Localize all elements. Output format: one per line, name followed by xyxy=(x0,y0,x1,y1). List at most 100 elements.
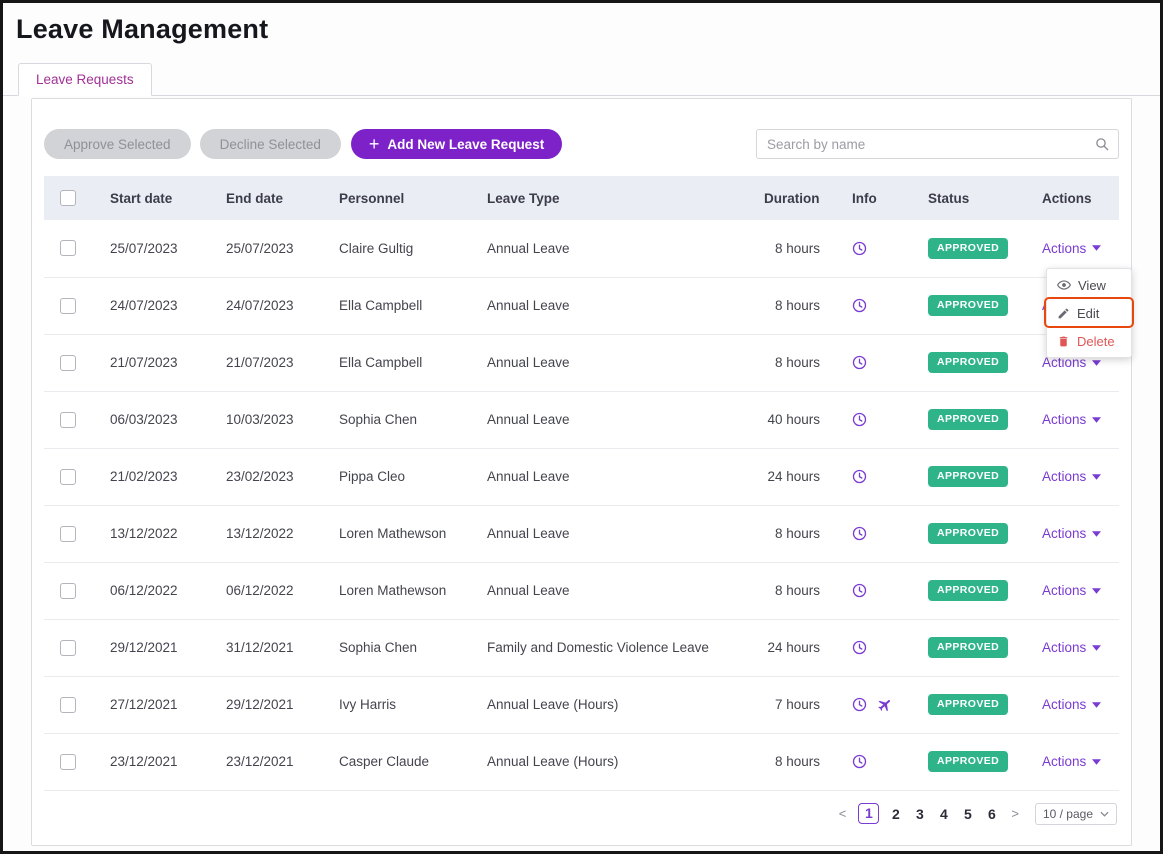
row-checkbox[interactable] xyxy=(60,525,76,542)
row-checkbox[interactable] xyxy=(60,696,76,713)
row-actions-label: Actions xyxy=(1042,697,1087,712)
content-card: Approve Selected Decline Selected + Add … xyxy=(31,98,1134,846)
clock-info-icon[interactable] xyxy=(852,697,867,712)
chevron-down-icon xyxy=(1100,811,1109,817)
row-checkbox[interactable] xyxy=(60,411,76,428)
chevron-down-icon xyxy=(1092,644,1102,651)
add-leave-request-button[interactable]: + Add New Leave Request xyxy=(350,129,563,159)
personnel-cell: Ella Campbell xyxy=(323,277,471,335)
status-badge: APPROVED xyxy=(928,694,1009,715)
row-actions-button[interactable]: Actions xyxy=(1042,640,1102,655)
table-row: 06/03/2023 10/03/2023 Sophia Chen Annual… xyxy=(44,391,1119,449)
row-checkbox[interactable] xyxy=(60,240,76,257)
approve-selected-button[interactable]: Approve Selected xyxy=(44,129,191,159)
end-date-cell: 06/12/2022 xyxy=(210,562,323,620)
row-checkbox[interactable] xyxy=(60,468,76,485)
duration-cell: 8 hours xyxy=(748,733,836,791)
pagination-page-1[interactable]: 1 xyxy=(858,803,880,824)
col-header-duration: Duration xyxy=(748,176,836,220)
leave-type-cell: Annual Leave xyxy=(471,448,748,506)
row-actions-button[interactable]: Actions xyxy=(1042,412,1102,427)
row-actions-label: Actions xyxy=(1042,583,1087,598)
start-date-cell: 21/02/2023 xyxy=(94,448,210,506)
row-checkbox[interactable] xyxy=(60,582,76,599)
end-date-cell: 23/12/2021 xyxy=(210,733,323,791)
trash-icon xyxy=(1057,335,1070,348)
clock-info-icon[interactable] xyxy=(852,469,867,484)
start-date-cell: 21/07/2023 xyxy=(94,334,210,392)
row-actions-button[interactable]: Actions xyxy=(1042,241,1102,256)
chevron-down-icon xyxy=(1092,701,1102,708)
start-date-cell: 24/07/2023 xyxy=(94,277,210,335)
clock-info-icon[interactable] xyxy=(852,754,867,769)
select-all-checkbox[interactable] xyxy=(60,190,76,207)
pagination-pages: 123456 xyxy=(858,803,999,824)
duration-cell: 8 hours xyxy=(748,562,836,620)
pagination-page-6[interactable]: 6 xyxy=(984,806,999,822)
row-checkbox[interactable] xyxy=(60,354,76,371)
pagination-page-3[interactable]: 3 xyxy=(912,806,927,822)
clock-info-icon[interactable] xyxy=(852,355,867,370)
status-badge: APPROVED xyxy=(928,409,1009,430)
duration-cell: 8 hours xyxy=(748,220,836,278)
row-checkbox[interactable] xyxy=(60,639,76,656)
clock-info-icon[interactable] xyxy=(852,241,867,256)
row-actions-button[interactable]: Actions xyxy=(1042,583,1102,598)
col-header-personnel: Personnel xyxy=(323,176,471,220)
search-icon xyxy=(1094,136,1110,152)
row-actions-button[interactable]: Actions xyxy=(1042,469,1102,484)
pagination-page-2[interactable]: 2 xyxy=(888,806,903,822)
start-date-cell: 27/12/2021 xyxy=(94,676,210,734)
leave-type-cell: Annual Leave xyxy=(471,391,748,449)
personnel-cell: Loren Mathewson xyxy=(323,505,471,563)
dropdown-item-delete[interactable]: Delete xyxy=(1047,327,1131,355)
dropdown-item-view[interactable]: View xyxy=(1047,271,1131,299)
table-row: 23/12/2021 23/12/2021 Casper Claude Annu… xyxy=(44,733,1119,791)
col-header-info: Info xyxy=(836,176,912,220)
row-actions-button[interactable]: Actions xyxy=(1042,526,1102,541)
duration-cell: 7 hours xyxy=(748,676,836,734)
page-size-select[interactable]: 10 / page xyxy=(1034,802,1117,825)
row-checkbox[interactable] xyxy=(60,753,76,770)
duration-cell: 40 hours xyxy=(748,391,836,449)
row-actions-button[interactable]: Actions xyxy=(1042,754,1102,769)
start-date-cell: 06/12/2022 xyxy=(94,562,210,620)
clock-info-icon[interactable] xyxy=(852,412,867,427)
duration-cell: 24 hours xyxy=(748,619,836,677)
pagination-prev[interactable]: < xyxy=(837,806,849,821)
search-box xyxy=(756,129,1119,159)
decline-selected-button[interactable]: Decline Selected xyxy=(199,129,341,159)
plane-icon[interactable] xyxy=(877,697,893,713)
pagination-page-4[interactable]: 4 xyxy=(936,806,951,822)
chevron-down-icon xyxy=(1092,758,1102,765)
clock-info-icon[interactable] xyxy=(852,640,867,655)
pagination-page-5[interactable]: 5 xyxy=(960,806,975,822)
start-date-cell: 29/12/2021 xyxy=(94,619,210,677)
end-date-cell: 23/02/2023 xyxy=(210,448,323,506)
clock-info-icon[interactable] xyxy=(852,526,867,541)
clock-info-icon[interactable] xyxy=(852,298,867,313)
dropdown-item-delete-label: Delete xyxy=(1077,333,1115,349)
end-date-cell: 13/12/2022 xyxy=(210,505,323,563)
dropdown-item-edit[interactable]: Edit xyxy=(1047,299,1131,327)
plus-icon: + xyxy=(368,134,380,154)
pagination-next[interactable]: > xyxy=(1009,806,1021,821)
start-date-cell: 06/03/2023 xyxy=(94,391,210,449)
dropdown-item-view-label: View xyxy=(1078,277,1106,293)
row-actions-button[interactable]: Actions xyxy=(1042,697,1102,712)
table-header-row: Start date End date Personnel Leave Type… xyxy=(44,176,1119,220)
actions-dropdown-menu: View Edit Delete xyxy=(1044,268,1134,358)
tab-leave-requests[interactable]: Leave Requests xyxy=(18,63,152,96)
add-leave-request-label: Add New Leave Request xyxy=(387,136,545,152)
status-badge: APPROVED xyxy=(928,637,1009,658)
clock-info-icon[interactable] xyxy=(852,583,867,598)
personnel-cell: Loren Mathewson xyxy=(323,562,471,620)
end-date-cell: 31/12/2021 xyxy=(210,619,323,677)
search-input[interactable] xyxy=(756,129,1119,159)
table-row: 21/02/2023 23/02/2023 Pippa Cleo Annual … xyxy=(44,448,1119,506)
row-checkbox[interactable] xyxy=(60,297,76,314)
personnel-cell: Sophia Chen xyxy=(323,619,471,677)
status-badge: APPROVED xyxy=(928,295,1009,316)
duration-cell: 24 hours xyxy=(748,448,836,506)
leave-type-cell: Annual Leave (Hours) xyxy=(471,676,748,734)
